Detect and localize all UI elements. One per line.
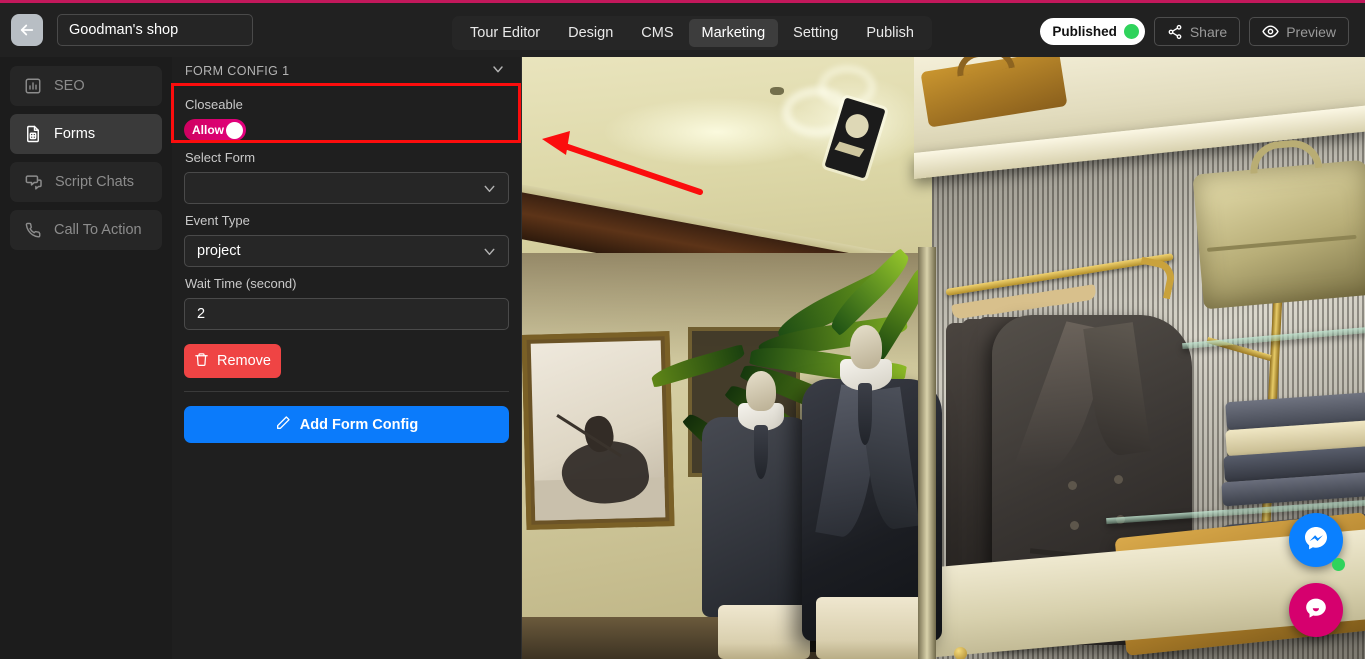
mannequin-front-head: [850, 325, 882, 369]
suit-lapel-right: [1083, 322, 1151, 458]
chat-widget-button[interactable]: [1289, 583, 1343, 637]
top-bar-actions: Published Share Preview: [1040, 17, 1349, 46]
project-title-text: Goodman's shop: [69, 22, 179, 38]
sidebar-item-seo[interactable]: SEO: [10, 66, 162, 106]
status-badge-label: Published: [1052, 24, 1117, 39]
messenger-icon: [1300, 522, 1332, 559]
back-button[interactable]: [11, 14, 43, 46]
tour-viewer[interactable]: [522, 57, 1365, 659]
eye-icon: [1262, 23, 1279, 40]
share-button[interactable]: Share: [1153, 17, 1241, 46]
closeable-toggle[interactable]: Allow: [184, 119, 246, 141]
mannequin-rear-head: [746, 371, 776, 411]
chevron-down-icon[interactable]: [490, 61, 506, 80]
add-form-config-button[interactable]: Add Form Config: [184, 406, 509, 443]
pencil-icon: [275, 415, 291, 435]
bag-zipper: [1206, 234, 1357, 252]
document-form-icon: [24, 125, 42, 143]
wait-time-label: Wait Time (second): [185, 276, 297, 291]
tab-setting[interactable]: Setting: [780, 19, 851, 47]
preview-button[interactable]: Preview: [1249, 17, 1349, 46]
closeable-toggle-label: Allow: [192, 123, 224, 137]
mannequin-front-tie: [858, 383, 872, 445]
status-badge[interactable]: Published: [1040, 18, 1145, 45]
sidebar-item-forms[interactable]: Forms: [10, 114, 162, 154]
framed-polo-photograph: [522, 331, 675, 530]
cabinet-pillar: [918, 247, 936, 659]
sidebar-item-label-script-chats: Script Chats: [55, 174, 134, 190]
sidebar-item-call-to-action[interactable]: Call To Action: [10, 210, 162, 250]
sidebar-item-label-forms: Forms: [54, 126, 96, 142]
chevron-down-icon: [481, 243, 498, 260]
share-label: Share: [1189, 23, 1228, 40]
mannequin-rear-tie: [754, 425, 768, 479]
spotlight-lens: [842, 111, 872, 141]
project-title-input[interactable]: Goodman's shop: [57, 14, 253, 46]
form-config-body: Closeable Allow Select Form Event Type p…: [172, 84, 521, 443]
trash-icon: [194, 352, 209, 371]
select-form-dropdown[interactable]: [184, 172, 509, 204]
chat-bubble-icon: [1301, 593, 1331, 628]
event-type-label: Event Type: [185, 213, 250, 228]
closeable-label: Closeable: [185, 97, 243, 112]
suitcase-handle: [954, 57, 1015, 77]
suit-button: [1070, 521, 1079, 530]
event-type-value: project: [197, 243, 241, 259]
tab-tour-editor[interactable]: Tour Editor: [457, 19, 553, 47]
photo-canvas: [530, 340, 666, 521]
sidebar-item-script-chats[interactable]: Script Chats: [10, 162, 162, 202]
mannequin-front-trousers: [816, 597, 928, 659]
share-nodes-icon: [1167, 24, 1183, 40]
chevron-down-icon: [481, 180, 498, 197]
event-type-dropdown[interactable]: project: [184, 235, 509, 267]
form-config-panel: FORM CONFIG 1 Closeable Allow Select For…: [172, 57, 522, 659]
suit-button: [1114, 475, 1123, 484]
form-config-header[interactable]: FORM CONFIG 1: [172, 57, 521, 84]
toggle-knob: [226, 121, 243, 139]
sidebar-item-label-seo: SEO: [54, 78, 85, 94]
tab-design[interactable]: Design: [555, 19, 626, 47]
spotlight-baffle: [834, 141, 865, 158]
panel-divider: [184, 391, 509, 392]
select-form-label: Select Form: [185, 150, 256, 165]
ceiling-vent: [770, 87, 784, 95]
drawer-knob: [954, 647, 967, 659]
suit-button: [1068, 481, 1077, 490]
leather-travel-bag: [1192, 137, 1365, 310]
phone-icon: [24, 221, 42, 239]
remove-button[interactable]: Remove: [184, 344, 281, 378]
panorama-scene-menswear-shop: [522, 57, 1365, 659]
sidebar-item-label-call-to-action: Call To Action: [54, 222, 142, 238]
top-bar: Goodman's shop Tour Editor Design CMS Ma…: [0, 3, 1365, 57]
arrow-left-icon: [18, 21, 36, 39]
chat-bubbles-icon: [24, 173, 43, 192]
wait-time-input[interactable]: 2: [184, 298, 509, 330]
chart-bar-icon: [24, 77, 42, 95]
main-nav-tabs: Tour Editor Design CMS Marketing Setting…: [452, 16, 932, 50]
marketing-sidebar: SEO Forms Script Chats Call To Action: [0, 57, 172, 659]
tab-publish[interactable]: Publish: [853, 19, 927, 47]
remove-label: Remove: [217, 353, 271, 369]
add-form-config-label: Add Form Config: [299, 416, 419, 433]
messenger-online-dot-icon: [1332, 558, 1345, 571]
wait-time-value: 2: [197, 306, 206, 322]
app-root: Goodman's shop Tour Editor Design CMS Ma…: [0, 0, 1365, 659]
preview-label: Preview: [1286, 23, 1336, 40]
tab-marketing[interactable]: Marketing: [688, 19, 779, 47]
tab-cms[interactable]: CMS: [628, 19, 686, 47]
mannequin-rear-trousers: [718, 605, 810, 659]
form-config-title: FORM CONFIG 1: [185, 63, 290, 78]
status-dot-icon: [1123, 24, 1139, 39]
